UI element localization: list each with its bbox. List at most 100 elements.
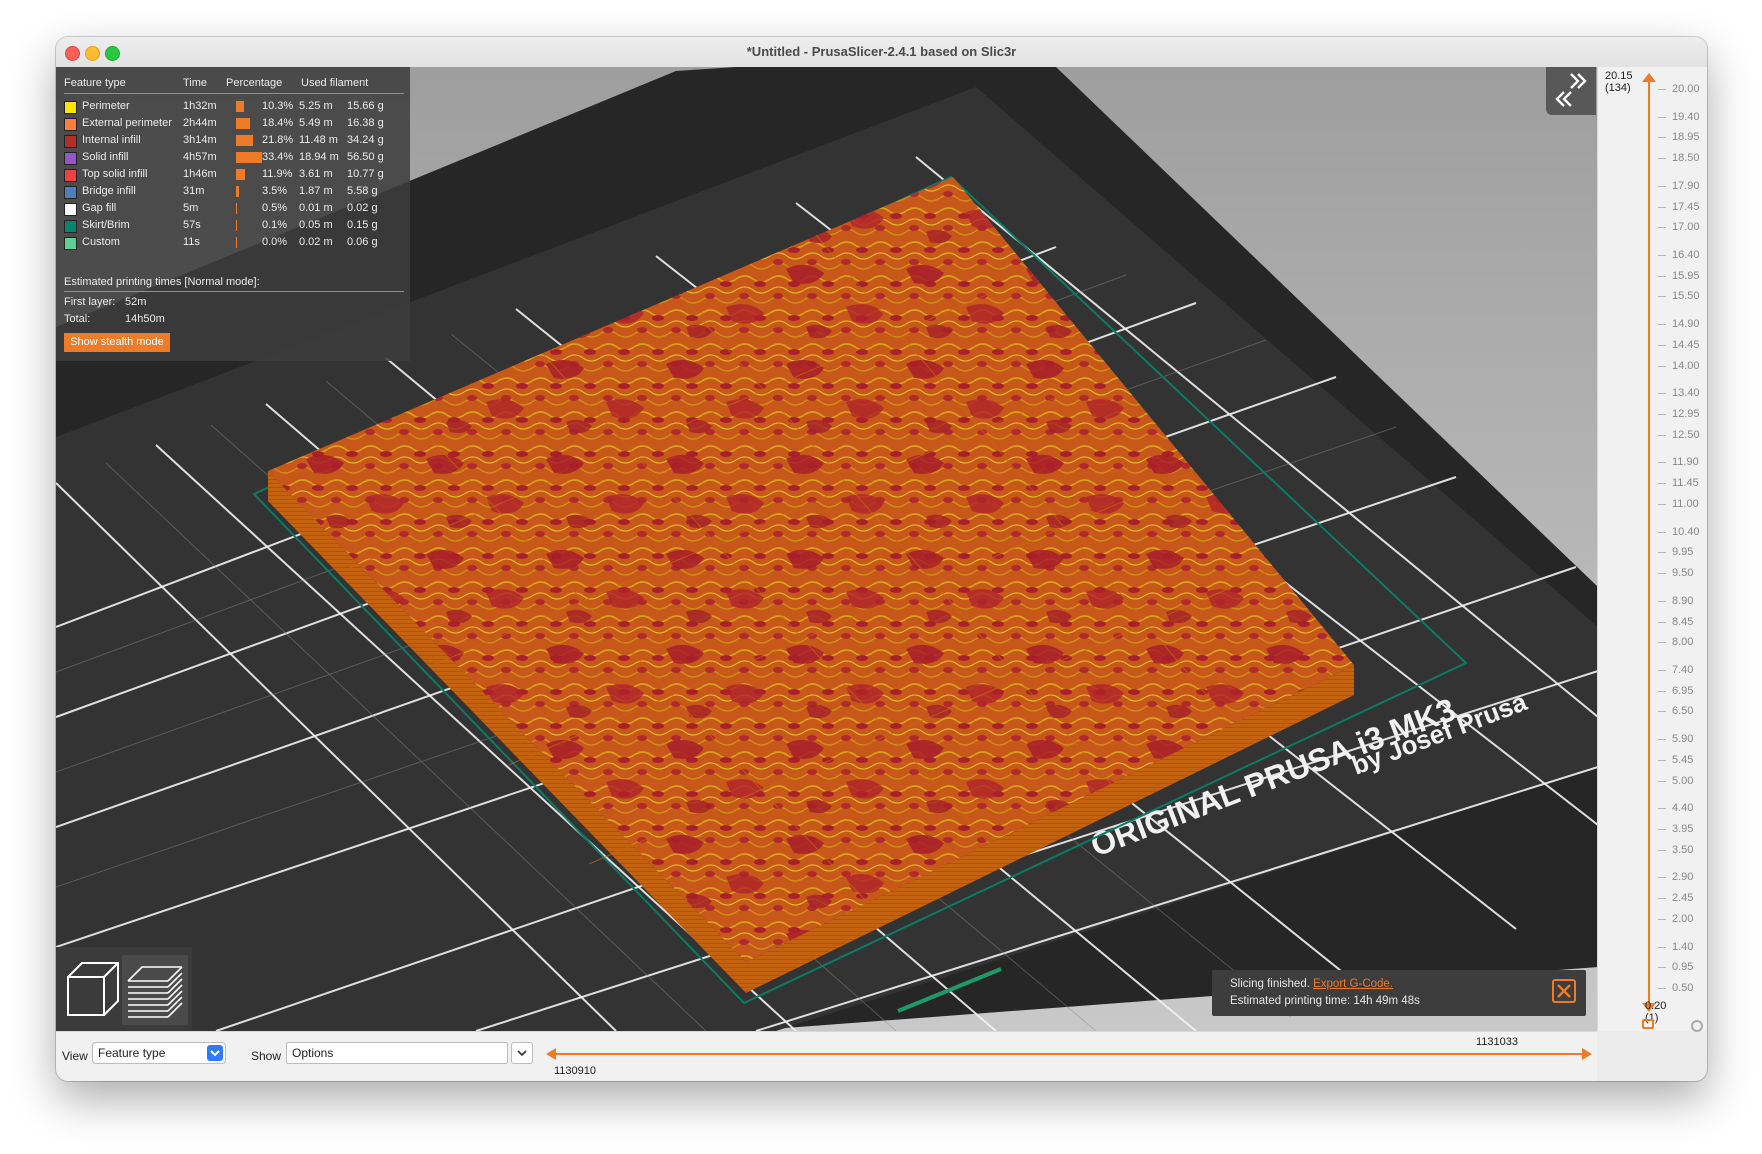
feature-length: 0.05 m	[299, 219, 333, 231]
estimated-times-label: Estimated printing times [Normal mode]:	[64, 276, 260, 288]
slider-tick	[1658, 345, 1666, 346]
feature-name: External perimeter	[82, 117, 172, 129]
color-swatch	[64, 220, 77, 233]
feature-weight: 16.38 g	[347, 117, 384, 129]
feature-percent: 33.4%	[262, 151, 294, 163]
first-layer-value: 52m	[125, 296, 147, 308]
bottom-toolbar: View Feature type Show Options 1131033 1…	[56, 1031, 1597, 1081]
legend-divider	[64, 93, 404, 94]
layer-height-slider[interactable]: 20.15 (134) 20.00 19.40 18.95 18.50 17.90 17.…	[1597, 67, 1707, 1032]
slider-tick	[1658, 366, 1666, 367]
percentage-bar	[236, 186, 239, 197]
slider-tick-label: 6.95	[1672, 685, 1694, 697]
slider-tick-label: 8.90	[1672, 595, 1694, 607]
view-type-select[interactable]: Feature type	[92, 1042, 226, 1064]
slider-tick	[1658, 967, 1666, 968]
slider-tick	[1658, 207, 1666, 208]
3d-preview-canvas[interactable]: ORIGINAL PRUSA i3 MK3 by Josef Prusa Fea…	[56, 67, 1597, 1031]
show-options-dropdown-button[interactable]	[511, 1042, 533, 1064]
slider-tick	[1658, 504, 1666, 505]
show-stealth-mode-button[interactable]: Show stealth mode	[64, 333, 170, 352]
slider-tick-label: 5.00	[1672, 775, 1694, 787]
feature-percent: 3.5%	[262, 185, 288, 197]
legend-row[interactable]: Gap fill 5m 0.5% 0.01 m 0.02 g	[56, 200, 410, 218]
feature-weight: 0.15 g	[347, 219, 378, 231]
export-gcode-link[interactable]: Export G-Code.	[1313, 978, 1393, 990]
slider-tick-label: 15.50	[1672, 290, 1700, 302]
slider-tick-label: 12.95	[1672, 408, 1700, 420]
slider-tick-label: 11.45	[1672, 477, 1699, 489]
color-swatch	[64, 152, 77, 165]
collapse-sidebar-button[interactable]	[1546, 67, 1596, 115]
slider-tick-label: 8.00	[1672, 636, 1694, 648]
color-swatch	[64, 203, 77, 216]
close-icon	[1557, 984, 1571, 998]
color-swatch	[64, 237, 77, 250]
feature-length: 0.02 m	[299, 236, 333, 248]
top-layer-number: (134)	[1605, 82, 1631, 94]
slider-tick	[1658, 137, 1666, 138]
feature-name: Internal infill	[82, 134, 141, 146]
total-value: 14h50m	[125, 313, 165, 325]
slider-tick-label: 8.45	[1672, 616, 1694, 628]
legend-row[interactable]: Bridge infill 31m 3.5% 1.87 m 5.58 g	[56, 183, 410, 201]
title-bar: *Untitled - PrusaSlicer-2.4.1 based on S…	[56, 37, 1707, 68]
top-layer-height: 20.15	[1605, 70, 1633, 82]
collapse-sidebar-icon	[1555, 73, 1587, 107]
legend-row[interactable]: Skirt/Brim 57s 0.1% 0.05 m 0.15 g	[56, 217, 410, 235]
slider-tick-label: 10.40	[1672, 526, 1700, 538]
layers-view-icon[interactable]	[122, 955, 188, 1025]
app-window: *Untitled - PrusaSlicer-2.4.1 based on S…	[56, 37, 1707, 1081]
feature-percent: 0.1%	[262, 219, 288, 231]
slider-tick	[1658, 186, 1666, 187]
slider-tick	[1658, 117, 1666, 118]
percentage-bar	[236, 135, 253, 146]
slider-tick	[1658, 850, 1666, 851]
upper-thumb-icon[interactable]	[1642, 73, 1656, 83]
feature-length: 11.48 m	[299, 134, 338, 146]
slider-tick-label: 11.00	[1672, 498, 1699, 510]
right-thumb-icon[interactable]	[1582, 1048, 1592, 1060]
slider-tick-label: 12.50	[1672, 429, 1700, 441]
slider-track[interactable]	[1648, 80, 1650, 1008]
legend-divider	[64, 291, 404, 292]
slider-tick-label: 2.90	[1672, 871, 1694, 883]
legend-row[interactable]: Perimeter 1h32m 10.3% 5.25 m 15.66 g	[56, 98, 410, 116]
slider-tick-label: 16.40	[1672, 249, 1700, 261]
feature-percent: 11.9%	[262, 168, 293, 180]
show-options-select[interactable]: Options	[286, 1042, 508, 1064]
legend-row[interactable]: Internal infill 3h14m 21.8% 11.48 m 34.2…	[56, 132, 410, 150]
feature-name: Bridge infill	[82, 185, 136, 197]
feature-time: 2h44m	[183, 117, 217, 129]
color-swatch	[64, 169, 77, 182]
slider-tick-label: 14.45	[1672, 339, 1700, 351]
feature-length: 3.61 m	[299, 168, 333, 180]
feature-time: 5m	[183, 202, 199, 214]
gcode-move-slider[interactable]	[554, 1053, 1584, 1055]
close-notification-button[interactable]	[1552, 979, 1576, 1003]
slider-tick	[1658, 573, 1666, 574]
slider-tick-label: 20.00	[1672, 83, 1700, 95]
legend-row[interactable]: Custom 11s 0.0% 0.02 m 0.06 g	[56, 234, 410, 252]
percentage-bar	[236, 101, 244, 112]
cube-view-icon[interactable]	[64, 959, 122, 1021]
color-swatch	[64, 118, 77, 131]
legend-row[interactable]: Solid infill 4h57m 33.4% 18.94 m 56.50 g	[56, 149, 410, 167]
slider-tick	[1658, 414, 1666, 415]
notification-line-1: Slicing finished. Export G-Code.	[1230, 978, 1393, 990]
feature-percent: 10.3%	[262, 100, 294, 112]
feature-length: 5.49 m	[299, 117, 333, 129]
slider-tick-label: 15.95	[1672, 270, 1700, 282]
cog-icon[interactable]	[1691, 1020, 1703, 1032]
slider-tick-label: 0.95	[1672, 961, 1694, 973]
lock-icon[interactable]	[1642, 1019, 1654, 1029]
slider-tick	[1658, 227, 1666, 228]
slider-tick-label: 18.95	[1672, 131, 1700, 143]
slider-tick-label: 4.40	[1672, 802, 1694, 814]
color-swatch	[64, 135, 77, 148]
legend-row[interactable]: Top solid infill 1h46m 11.9% 3.61 m 10.7…	[56, 166, 410, 184]
feature-percent: 0.5%	[262, 202, 288, 214]
legend-row[interactable]: External perimeter 2h44m 18.4% 5.49 m 16…	[56, 115, 410, 133]
slider-tick	[1658, 711, 1666, 712]
feature-length: 18.94 m	[299, 151, 339, 163]
